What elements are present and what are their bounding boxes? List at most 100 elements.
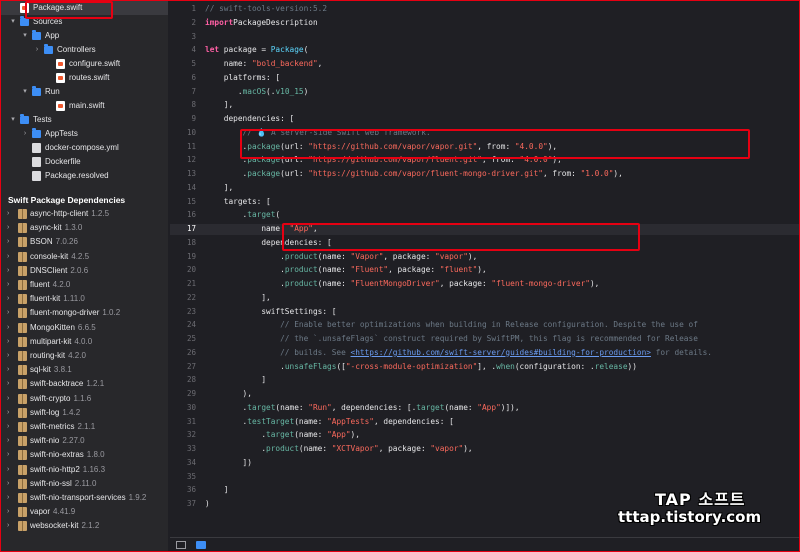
chevron-down-icon[interactable]: ▾ (9, 15, 17, 29)
navigator-item[interactable]: ▾ Tests (1, 113, 168, 127)
navigator-item[interactable]: ▾ Run (1, 85, 168, 99)
line-number[interactable]: 11 (170, 142, 196, 151)
line-number[interactable]: 29 (170, 389, 196, 398)
chevron-right-icon[interactable]: › (7, 448, 9, 462)
navigator-item[interactable]: Dockerfile (1, 155, 168, 169)
chevron-right-icon[interactable]: › (7, 363, 9, 377)
dependency-item[interactable]: › fluent-mongo-driver 1.0.2 (1, 306, 168, 320)
dependency-item[interactable]: › async-http-client 1.2.5 (1, 207, 168, 221)
navigator-item[interactable]: routes.swift (1, 71, 168, 85)
chevron-down-icon[interactable]: ▾ (9, 113, 17, 127)
line-number[interactable]: 9 (170, 114, 196, 123)
dependency-item[interactable]: › swift-nio 2.27.0 (1, 434, 168, 448)
chevron-right-icon[interactable]: › (7, 264, 9, 278)
dependency-item[interactable]: › async-kit 1.3.0 (1, 221, 168, 235)
code-line[interactable]: targets: [ (205, 197, 271, 206)
code-line[interactable]: platforms: [ (205, 73, 280, 82)
chevron-right-icon[interactable]: › (7, 491, 9, 505)
dependency-item[interactable]: › swift-metrics 2.1.1 (1, 420, 168, 434)
chevron-right-icon[interactable]: › (7, 278, 9, 292)
code-line[interactable]: ], (205, 183, 233, 192)
dependency-item[interactable]: › vapor 4.41.9 (1, 505, 168, 519)
line-number[interactable]: 35 (170, 472, 196, 481)
code-line[interactable]: ) (205, 499, 210, 508)
code-line[interactable]: // Enable better optimizations when buil… (205, 320, 698, 329)
line-number[interactable]: 14 (170, 183, 196, 192)
code-line[interactable]: .target(name: "Run", dependencies: [.tar… (205, 403, 520, 412)
chevron-right-icon[interactable]: › (7, 321, 9, 335)
code-line[interactable]: ), (205, 389, 252, 398)
navigator-item[interactable]: main.swift (1, 99, 168, 113)
code-line[interactable]: ], (205, 293, 270, 302)
line-number[interactable]: 27 (170, 362, 196, 371)
chevron-down-icon[interactable]: ▾ (21, 85, 29, 99)
code-line[interactable]: // swift-tools-version:5.2 (205, 4, 327, 13)
line-number[interactable]: 7 (170, 87, 196, 96)
chevron-down-icon[interactable]: ▾ (21, 29, 29, 43)
chevron-right-icon[interactable]: › (7, 505, 9, 519)
line-number[interactable]: 21 (170, 279, 196, 288)
line-number[interactable]: 37 (170, 499, 196, 508)
code-line[interactable]: ] (205, 375, 266, 384)
breakpoint-icon[interactable] (196, 541, 206, 549)
navigator-item[interactable]: ▾ App (1, 29, 168, 43)
code-line[interactable]: ] (205, 485, 229, 494)
line-number[interactable]: 28 (170, 375, 196, 384)
line-number[interactable]: 10 (170, 128, 196, 137)
chevron-right-icon[interactable]: › (7, 377, 9, 391)
code-line[interactable]: dependencies: [ (205, 114, 294, 123)
line-number[interactable]: 17 (170, 224, 196, 233)
line-number[interactable]: 8 (170, 100, 196, 109)
line-number[interactable]: 30 (170, 403, 196, 412)
chevron-right-icon[interactable]: › (7, 250, 9, 264)
chevron-right-icon[interactable]: › (7, 519, 9, 533)
line-number[interactable]: 13 (170, 169, 196, 178)
dependency-item[interactable]: › swift-backtrace 1.2.1 (1, 377, 168, 391)
code-line[interactable]: .product(name: "FluentMongoDriver", pack… (205, 279, 599, 288)
chevron-right-icon[interactable]: › (21, 127, 29, 141)
line-number[interactable]: 32 (170, 430, 196, 439)
line-number[interactable]: 25 (170, 334, 196, 343)
navigator-item[interactable]: › Controllers (1, 43, 168, 57)
dependency-item[interactable]: › swift-nio-transport-services 1.9.2 (1, 491, 168, 505)
chevron-right-icon[interactable]: › (7, 292, 9, 306)
chevron-right-icon[interactable]: › (7, 235, 9, 249)
chevron-right-icon[interactable]: › (33, 43, 41, 57)
dependency-item[interactable]: › websocket-kit 2.1.2 (1, 519, 168, 533)
line-number[interactable]: 22 (170, 293, 196, 302)
line-number[interactable]: 1 (170, 4, 196, 13)
code-line[interactable]: importPackageDescription (205, 18, 318, 27)
dependency-item[interactable]: › swift-nio-http2 1.16.3 (1, 463, 168, 477)
code-line[interactable]: let package = Package( (205, 45, 308, 54)
line-number[interactable]: 2 (170, 18, 196, 27)
code-line[interactable]: .product(name: "XCTVapor", package: "vap… (205, 444, 472, 453)
line-number[interactable]: 31 (170, 417, 196, 426)
line-number[interactable]: 19 (170, 252, 196, 261)
code-line[interactable]: .product(name: "Vapor", package: "vapor"… (205, 252, 477, 261)
line-number[interactable]: 6 (170, 73, 196, 82)
line-number[interactable]: 26 (170, 348, 196, 357)
navigator-item[interactable]: Package.resolved (1, 169, 168, 183)
navigator-item[interactable]: configure.swift (1, 57, 168, 71)
code-line[interactable]: ]) (205, 458, 252, 467)
dependency-item[interactable]: › swift-crypto 1.1.6 (1, 392, 168, 406)
chevron-right-icon[interactable]: › (7, 463, 9, 477)
code-line[interactable]: .target( (205, 210, 281, 219)
dependency-item[interactable]: › multipart-kit 4.0.0 (1, 335, 168, 349)
dependency-item[interactable]: › console-kit 4.2.5 (1, 250, 168, 264)
chevron-right-icon[interactable]: › (7, 207, 9, 221)
line-number[interactable]: 5 (170, 59, 196, 68)
line-number[interactable]: 36 (170, 485, 196, 494)
dependency-item[interactable]: › swift-nio-ssl 2.11.0 (1, 477, 168, 491)
code-line[interactable]: .macOS(.v10_15) (205, 87, 308, 96)
dependency-item[interactable]: › routing-kit 4.2.0 (1, 349, 168, 363)
line-number[interactable]: 23 (170, 307, 196, 316)
line-number[interactable]: 18 (170, 238, 196, 247)
line-number[interactable]: 12 (170, 155, 196, 164)
code-line[interactable]: // builds. See <https://github.com/swift… (205, 348, 712, 357)
code-line[interactable]: .testTarget(name: "AppTests", dependenci… (205, 417, 454, 426)
chevron-right-icon[interactable]: › (7, 221, 9, 235)
dependency-item[interactable]: › swift-log 1.4.2 (1, 406, 168, 420)
dependency-item[interactable]: › sql-kit 3.8.1 (1, 363, 168, 377)
minimap-toggle-icon[interactable] (176, 541, 186, 549)
